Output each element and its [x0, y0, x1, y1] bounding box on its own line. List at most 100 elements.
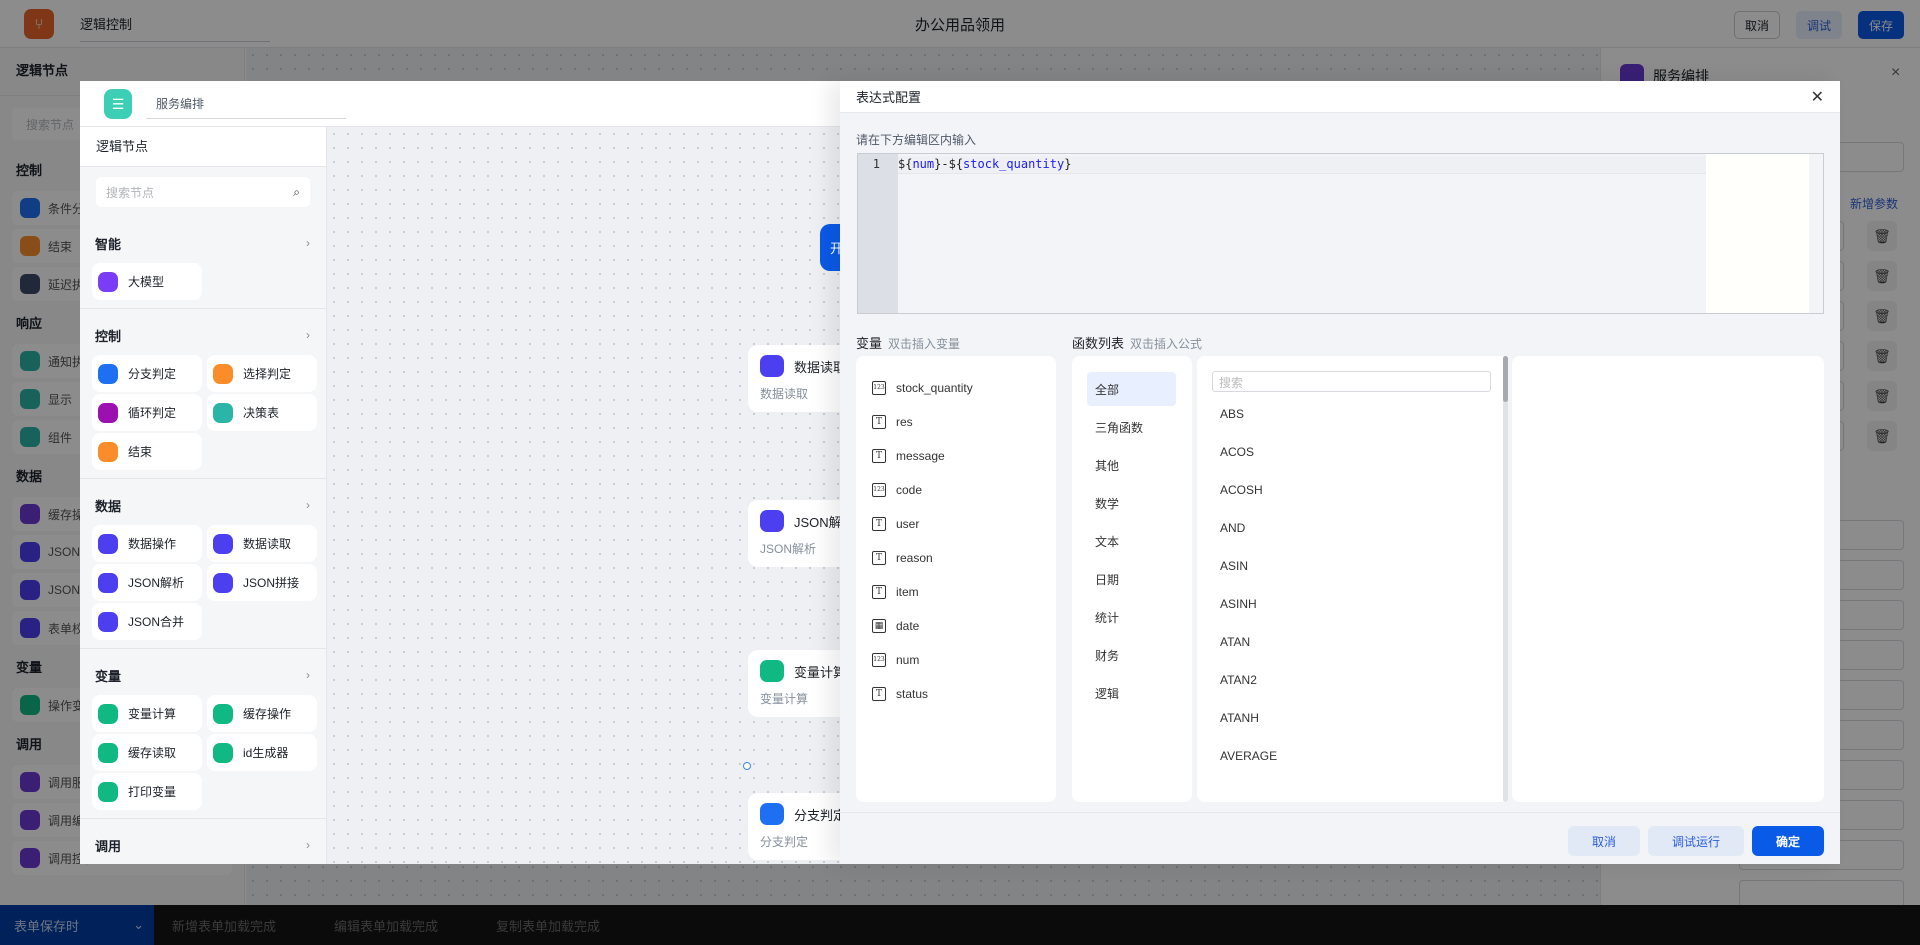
functions-label: 函数列表 双击插入公式 [1072, 336, 1203, 351]
node-search-input[interactable]: 搜索节点 ⌕ [96, 177, 310, 207]
node-item[interactable]: JSON合并 [92, 603, 202, 640]
node-item[interactable]: 变量计算 [92, 695, 202, 732]
node-item[interactable]: 决策表 [207, 394, 317, 431]
node-label: 结束 [128, 445, 153, 459]
variable-item[interactable]: Tres [856, 405, 1056, 439]
variable-item[interactable]: 123 stock_quantity [856, 371, 1056, 405]
category-item[interactable]: 逻辑 [1087, 676, 1176, 710]
orchestration-title-input[interactable]: 服务编排 [146, 95, 346, 119]
variable-name: code [896, 483, 923, 497]
chevron-right-icon: › [306, 328, 310, 342]
node-header: JSON解析 [760, 510, 840, 532]
category-item[interactable]: 全部 [1087, 372, 1176, 406]
variable-item[interactable]: Tuser [856, 507, 1056, 541]
function-item[interactable]: AND [1197, 509, 1508, 547]
node-item[interactable]: 结束 [92, 433, 202, 470]
node-icon [760, 803, 784, 825]
node-label: 打印变量 [128, 785, 177, 799]
variable-item[interactable]: 123 num [856, 643, 1056, 677]
function-item[interactable]: ACOS [1197, 433, 1508, 471]
category-item[interactable]: 三角函数 [1087, 410, 1176, 444]
date-type-icon: ▦ [872, 619, 886, 633]
node-subtitle: 变量计算 [760, 692, 809, 706]
node-item[interactable]: 大模型 [92, 263, 202, 300]
node-item[interactable]: 数据读取 [207, 525, 317, 562]
debug-run-button[interactable]: 调试运行 [1648, 826, 1744, 856]
category-item[interactable]: 日期 [1087, 562, 1176, 596]
node-icon [98, 742, 118, 763]
function-item[interactable]: ATAN [1197, 623, 1508, 661]
flow-canvas[interactable]: 开数据读取数据读取 JSON解析JSON解析变量计算变量计算分支判定分支判定 [327, 127, 840, 864]
section-header[interactable]: 数据 › [92, 493, 314, 517]
category-item[interactable]: 其他 [1087, 448, 1176, 482]
expression-editor[interactable]: 1 ${num}-${stock_quantity} [857, 153, 1824, 314]
function-item[interactable]: ATANH [1197, 699, 1508, 737]
connection-port[interactable] [743, 762, 751, 770]
node-item[interactable]: 选择判定 [207, 355, 317, 392]
function-item[interactable]: ATAN2 [1197, 661, 1508, 699]
section-header[interactable]: 智能 › [92, 231, 314, 255]
function-item[interactable]: ASIN [1197, 547, 1508, 585]
text-type-icon: T [872, 517, 886, 531]
canvas-node[interactable]: 分支判定 分支判定 [748, 793, 840, 860]
category-item[interactable]: 数学 [1087, 486, 1176, 520]
function-item[interactable]: ABS [1197, 395, 1508, 433]
node-item[interactable]: JSON拼接 [207, 564, 317, 601]
node-title: 分支判定 [794, 807, 840, 823]
variable-item[interactable]: Tmessage [856, 439, 1056, 473]
node-item[interactable]: 缓存操作 [207, 695, 317, 732]
node-item[interactable]: 缓存读取 [92, 734, 202, 771]
section-title: 控制 [95, 328, 122, 344]
function-item[interactable]: ACOSH [1197, 471, 1508, 509]
node-grid: 分支判定 选择判定 循环判定 决策表结束 [92, 355, 317, 470]
node-item[interactable]: 分支判定 [92, 355, 202, 392]
function-item[interactable]: BITNOT [1197, 775, 1508, 785]
node-subtitle: 数据读取 [760, 387, 809, 401]
search-icon: ⌕ [293, 184, 300, 199]
node-item[interactable]: 数据操作 [92, 525, 202, 562]
node-label: 数据读取 [243, 537, 292, 551]
canvas-node[interactable]: 开 [820, 224, 840, 271]
node-item[interactable]: id生成器 [207, 734, 317, 771]
variable-item[interactable]: Tstatus [856, 677, 1056, 711]
section-title: 变量 [95, 668, 122, 684]
node-item[interactable]: 打印变量 [92, 773, 202, 810]
category-item[interactable]: 文本 [1087, 524, 1176, 558]
node-item[interactable]: 循环判定 [92, 394, 202, 431]
variable-item[interactable]: Treason [856, 541, 1056, 575]
close-icon[interactable]: ✕ [1811, 87, 1824, 107]
variable-item[interactable]: 123 code [856, 473, 1056, 507]
variable-item[interactable]: ▦ date [856, 609, 1056, 643]
node-icon [213, 742, 233, 763]
canvas-node[interactable]: 变量计算 变量计算 [748, 650, 840, 717]
variable-name: date [896, 619, 920, 633]
scrollbar[interactable] [1503, 356, 1508, 802]
node-icon [213, 533, 233, 554]
section-header[interactable]: 变量 › [92, 663, 314, 687]
node-icon [98, 441, 118, 462]
node-grid: 变量计算 缓存操作 缓存读取 id生成器打印变量 [92, 695, 317, 810]
node-label: 大模型 [128, 275, 165, 289]
node-icon [213, 402, 233, 423]
palette-section: 调用 › [80, 818, 326, 864]
palette-section: 智能 › 大模型 [80, 217, 326, 308]
node-icon [98, 703, 118, 724]
section-header[interactable]: 控制 › [92, 323, 314, 347]
minimap[interactable] [1706, 154, 1809, 313]
function-item[interactable]: AVERAGE [1197, 737, 1508, 775]
canvas-node[interactable]: JSON解析 JSON解析 [748, 500, 840, 567]
function-search-input[interactable]: 搜索 [1212, 371, 1491, 392]
canvas-node[interactable]: 数据读取 数据读取 [748, 345, 840, 412]
section-header[interactable]: 调用 › [92, 833, 314, 857]
category-item[interactable]: 财务 [1087, 638, 1176, 672]
variable-item[interactable]: Titem [856, 575, 1056, 609]
node-icon [760, 660, 784, 682]
category-item[interactable]: 统计 [1087, 600, 1176, 634]
function-item[interactable]: ASINH [1197, 585, 1508, 623]
expression-code[interactable]: ${num}-${stock_quantity} [898, 157, 1071, 171]
node-label: 变量计算 [128, 707, 177, 721]
cancel-button[interactable]: 取消 [1568, 826, 1640, 856]
node-item[interactable]: JSON解析 [92, 564, 202, 601]
number-type-icon: 123 [872, 483, 886, 497]
confirm-button[interactable]: 确定 [1752, 826, 1824, 856]
